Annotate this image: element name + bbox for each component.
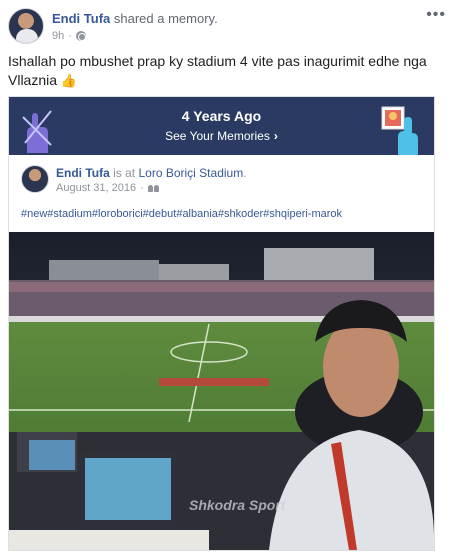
author-avatar[interactable] [8,8,44,44]
original-meta-separator: · [140,182,144,194]
original-meta: August 31, 2016 · [56,182,160,194]
thumbs-up-emoji-icon: 👍 [60,73,78,88]
author-action: shared a memory. [113,11,218,26]
post-header: Endi Tufa shared a memory. 9h · ••• [8,7,446,46]
stadium-photo[interactable]: Shkodra Sport [9,232,434,550]
memory-banner[interactable]: 4 Years Ago See Your Memories › [9,97,434,155]
post-meta: 9h · [52,30,86,42]
original-author-line: Endi Tufa is at Loro Boriçi Stadium. [56,166,247,180]
original-author-avatar[interactable] [21,165,49,193]
stadium-photo-art: Shkodra Sport [9,232,434,550]
memory-card[interactable]: 4 Years Ago See Your Memories › Endi Tufa… [8,96,435,551]
author-name[interactable]: Endi Tufa [52,11,110,26]
original-action: is at [113,166,136,180]
see-memories-link[interactable]: See Your Memories › [9,129,434,143]
friends-icon[interactable] [147,184,160,192]
globe-icon[interactable] [75,31,86,41]
more-options-icon[interactable]: ••• [426,7,446,23]
see-memories-label: See Your Memories [165,129,270,143]
memory-title: 4 Years Ago [181,108,262,124]
original-post: Endi Tufa is at Loro Boriçi Stadium. Aug… [9,155,434,550]
post-time[interactable]: 9h [52,30,64,42]
hand-holding-photo-icon [381,106,418,155]
photo-watermark: Shkodra Sport [189,497,287,513]
author-line: Endi Tufa shared a memory. [52,11,218,26]
post-text: Ishallah po mbushet prap ky stadium 4 vi… [8,52,444,90]
original-date[interactable]: August 31, 2016 [56,182,136,194]
original-author-name[interactable]: Endi Tufa [56,166,110,180]
place-link[interactable]: Loro Boriçi Stadium [138,166,243,180]
hashtags[interactable]: #new#stadium#loroborici#debut#albania#sh… [21,208,342,220]
place-suffix: . [243,166,247,180]
chevron-right-icon: › [273,129,278,143]
meta-separator: · [68,30,72,42]
